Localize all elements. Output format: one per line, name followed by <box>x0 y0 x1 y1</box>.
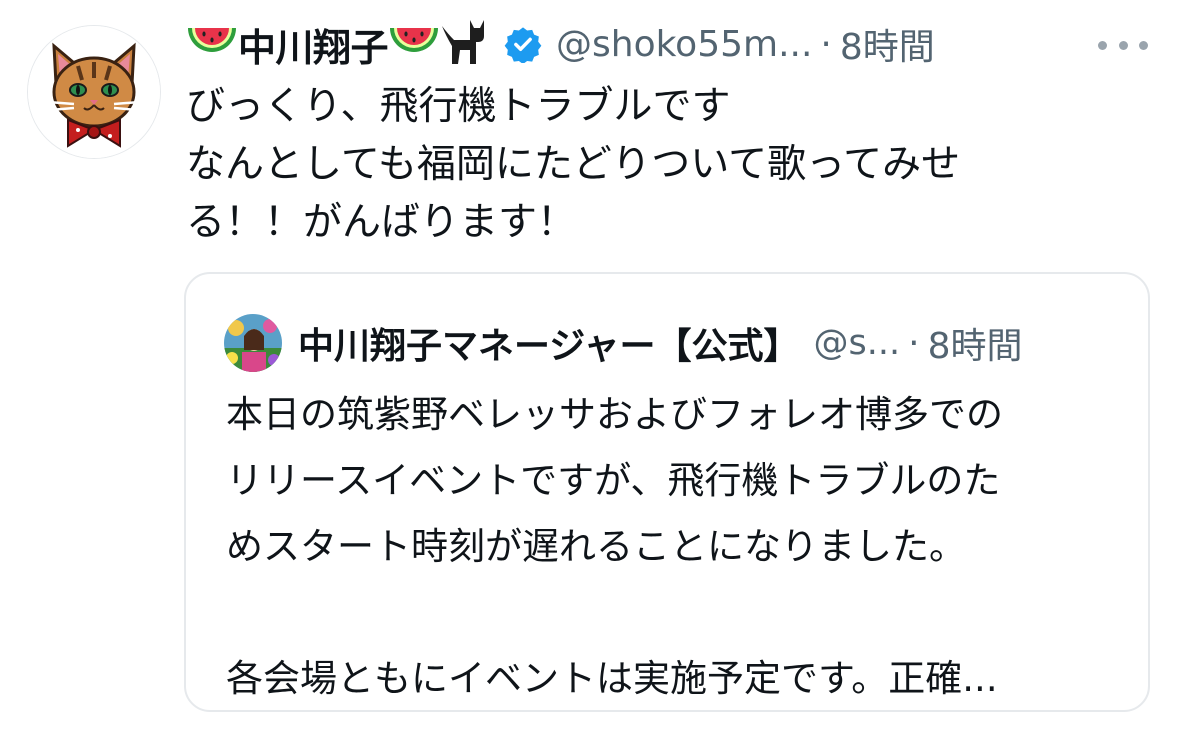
tweet-text-line: びっくり、飛行機トラブルです <box>186 84 731 129</box>
cat-avatar-icon <box>28 26 160 158</box>
tweet-text-line: る！！がんばります！ <box>186 200 577 245</box>
quoted-author-avatar <box>224 314 282 372</box>
author-name[interactable]: 中川翔子 <box>238 17 389 72</box>
quoted-tweet-text: 本日の筑紫野ベレッサおよびフォレオ博多での リリースイベントですが、飛行機トラブ… <box>226 382 1126 712</box>
black-cat-icon <box>440 16 496 72</box>
more-options-icon[interactable] <box>1098 30 1148 60</box>
separator-dot: · <box>908 322 920 364</box>
tweet-timestamp[interactable]: 8時間 <box>840 18 935 70</box>
separator-dot: · <box>820 23 832 65</box>
quoted-tweet-header: 中川翔子マネージャー【公式】 @s... · 8時間 <box>298 314 1022 372</box>
quoted-author-handle[interactable]: @s... <box>813 323 900 363</box>
watermelon-icon <box>186 22 238 66</box>
quoted-tweet-timestamp[interactable]: 8時間 <box>928 317 1023 369</box>
quoted-text-line <box>226 580 1126 646</box>
quoted-author-name[interactable]: 中川翔子マネージャー【公式】 <box>298 317 799 369</box>
tweet-header: 中川翔子 @shoko55m... · 8時間 <box>186 12 935 76</box>
tweet-text-line: なんとしても福岡にたどりついて歌ってみせ <box>186 142 961 187</box>
author-avatar[interactable] <box>27 25 161 159</box>
author-handle[interactable]: @shoko55m... <box>556 24 812 65</box>
quoted-tweet-card[interactable]: 中川翔子マネージャー【公式】 @s... · 8時間 本日の筑紫野ベレッサおよび… <box>184 272 1150 712</box>
quoted-text-line: 本日の筑紫野ベレッサおよびフォレオ博多での <box>226 393 1003 436</box>
tweet-text: びっくり、飛行機トラブルです なんとしても福岡にたどりついて歌ってみせ る！！が… <box>186 78 1126 252</box>
quoted-text-line: 各会場ともにイベントは実施予定です。正確... <box>226 657 998 700</box>
verified-badge-icon <box>504 25 542 65</box>
photo-avatar-icon <box>224 314 282 372</box>
watermelon-icon <box>388 22 440 66</box>
quoted-text-line: リリースイベントですが、飛行機トラブルのた <box>226 459 1001 502</box>
quoted-text-line: めスタート時刻が遅れることになりました。 <box>226 525 966 568</box>
